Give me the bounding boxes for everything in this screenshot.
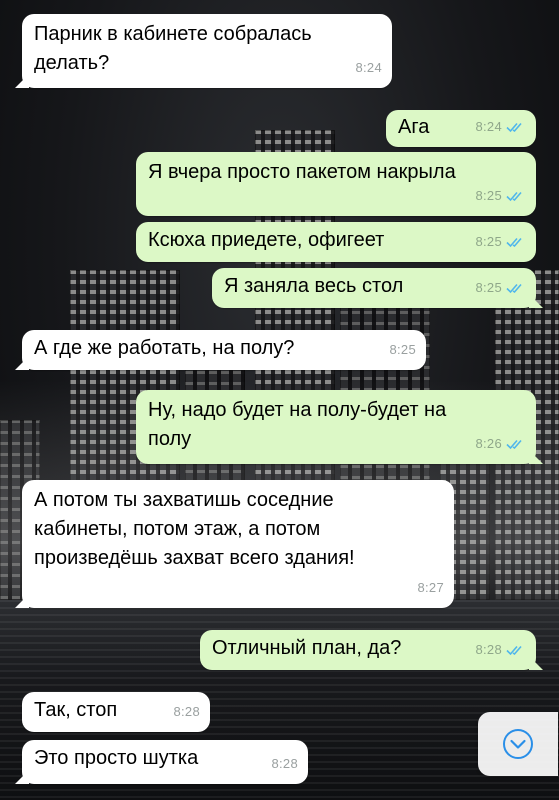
- message-time: 8:28: [475, 642, 502, 657]
- double-check-icon: [506, 439, 522, 449]
- message-time: 8:28: [271, 756, 298, 771]
- message-time: 8:27: [417, 580, 444, 595]
- message-time: 8:24: [355, 60, 382, 75]
- message-outgoing[interactable]: Отличный план, да? 8:28: [200, 630, 536, 670]
- message-text: А где же работать, на полу?: [34, 337, 295, 359]
- message-time: 8:25: [389, 342, 416, 357]
- message-text: Это просто шутка: [34, 747, 199, 769]
- message-incoming[interactable]: Так, стоп 8:28: [22, 692, 210, 732]
- message-incoming[interactable]: Это просто шутка 8:28: [22, 740, 308, 784]
- double-check-icon: [506, 237, 522, 247]
- message-meta: 8:27: [417, 573, 444, 602]
- message-time: 8:25: [475, 234, 502, 249]
- double-check-icon: [506, 191, 522, 201]
- message-text: Ну, надо будет на полу-будет на полу: [148, 399, 447, 450]
- chevron-down-circle-icon: [503, 729, 533, 759]
- message-meta: 8:28: [271, 749, 298, 778]
- message-text: Ксюха приедете, офигеет: [148, 229, 385, 251]
- message-meta: 8:28: [475, 635, 526, 664]
- message-time: 8:28: [173, 704, 200, 719]
- message-text: А потом ты захватишь соседние кабинеты, …: [34, 489, 355, 569]
- message-text: Я вчера просто пакетом накрыла: [148, 161, 456, 183]
- double-check-icon: [506, 122, 522, 132]
- message-time: 8:24: [475, 119, 502, 134]
- message-meta: 8:24: [355, 53, 382, 82]
- message-meta: 8:25: [475, 273, 526, 302]
- message-outgoing[interactable]: Ага 8:24: [386, 110, 536, 147]
- message-outgoing[interactable]: Ксюха приедете, офигеет 8:25: [136, 222, 536, 262]
- message-meta: 8:25: [475, 227, 526, 256]
- message-time: 8:25: [475, 188, 502, 203]
- message-outgoing[interactable]: Ну, надо будет на полу-будет на полу 8:2…: [136, 390, 536, 464]
- message-incoming[interactable]: А где же работать, на полу? 8:25: [22, 330, 426, 370]
- message-incoming[interactable]: А потом ты захватишь соседние кабинеты, …: [22, 480, 454, 608]
- message-meta: 8:25: [475, 181, 526, 210]
- message-list[interactable]: Парник в кабинете собралась делать? 8:24…: [0, 0, 559, 800]
- double-check-icon: [506, 645, 522, 655]
- message-meta: 8:28: [173, 697, 200, 726]
- message-meta: 8:24: [475, 112, 526, 141]
- message-meta: 8:26: [475, 429, 526, 458]
- message-incoming[interactable]: Парник в кабинете собралась делать? 8:24: [22, 14, 392, 88]
- message-meta: 8:25: [389, 335, 416, 364]
- message-text: Парник в кабинете собралась делать?: [34, 23, 312, 74]
- message-time: 8:25: [475, 280, 502, 295]
- double-check-icon: [506, 283, 522, 293]
- message-time: 8:26: [475, 436, 502, 451]
- scroll-to-bottom-button[interactable]: [478, 712, 558, 776]
- message-outgoing[interactable]: Я заняла весь стол 8:25: [212, 268, 536, 308]
- message-outgoing[interactable]: Я вчера просто пакетом накрыла 8:25: [136, 152, 536, 216]
